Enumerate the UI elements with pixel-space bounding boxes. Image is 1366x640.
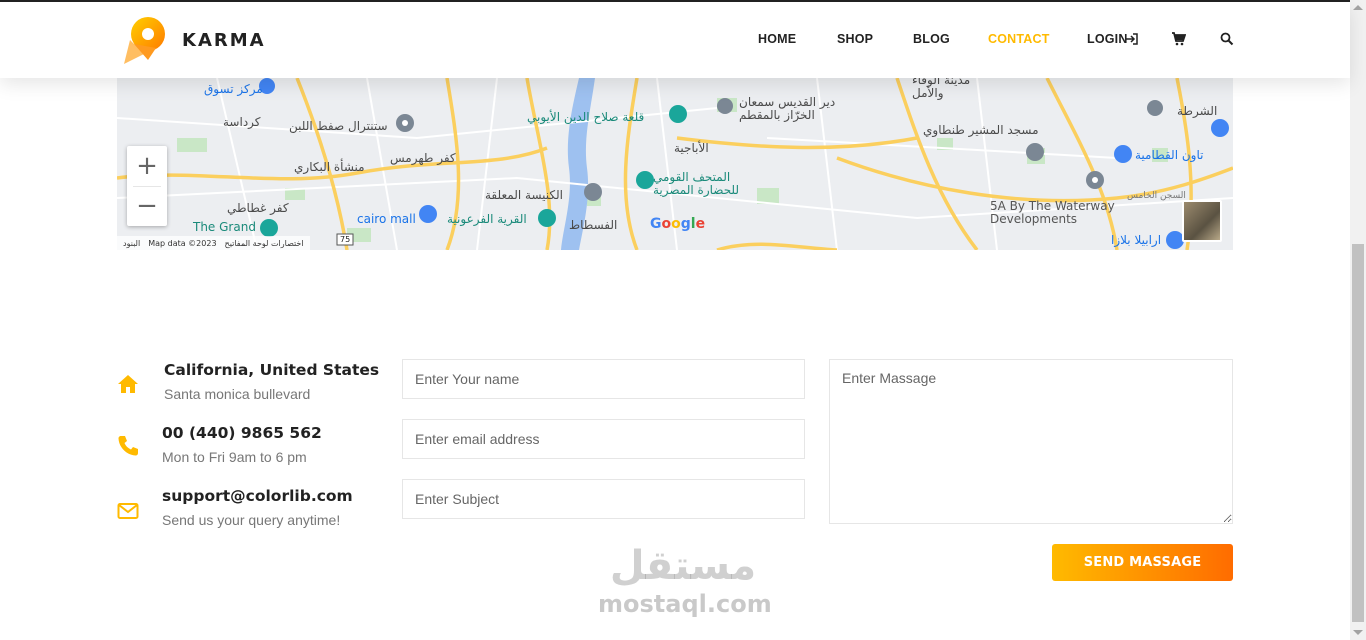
site-header: KARMA HOME SHOP BLOG CONTACT LOGIN xyxy=(0,2,1350,78)
phone-icon xyxy=(116,434,140,458)
map-label: مدينة الوفاء والأمل xyxy=(912,78,971,100)
contact-email: support@colorlib.com Send us your query … xyxy=(116,486,386,546)
map-label: كفر طهرمس xyxy=(390,151,456,165)
nav-blog[interactable]: BLOG xyxy=(913,32,950,46)
page-scrollbar[interactable] xyxy=(1350,0,1366,640)
map-zoom-control: + − xyxy=(127,146,167,226)
send-message-button[interactable]: SEND MASSAGE xyxy=(1052,544,1233,581)
road-shield-label: 75 xyxy=(340,235,351,244)
map-label: مركز تسوق xyxy=(204,82,263,96)
main-nav: HOME SHOP BLOG CONTACT LOGIN xyxy=(0,32,1350,52)
scroll-up-arrow-icon[interactable] xyxy=(1353,5,1363,10)
map-label: القرية الفرعونية xyxy=(447,212,527,226)
home-icon xyxy=(116,372,140,396)
search-icon[interactable] xyxy=(1220,32,1236,48)
map-terms-link[interactable]: البنود xyxy=(123,239,140,248)
map-label: تاون القطامية xyxy=(1135,148,1204,162)
google-map[interactable]: مركز تسوق كرداسة ستنترال صفط اللبن كفر ط… xyxy=(117,78,1233,250)
map-label: كفر غطاطي xyxy=(227,201,289,215)
map-label: كرداسة xyxy=(223,115,261,129)
satellite-toggle-thumbnail[interactable] xyxy=(1182,200,1222,242)
map-label: The Grand xyxy=(193,220,256,234)
watermark-arabic: مستقل xyxy=(609,543,757,589)
map-label: السجن الخامس xyxy=(1127,191,1186,201)
login-arrow-icon xyxy=(1125,32,1141,48)
nav-shop[interactable]: SHOP xyxy=(837,32,873,46)
address-title: California, United States xyxy=(164,361,380,379)
address-sub: Santa monica bullevard xyxy=(164,386,311,402)
map-label: الأباجية xyxy=(674,141,709,155)
map-attribution: البنود Map data ©2023 اختصارات لوحة المف… xyxy=(117,236,310,250)
zoom-out-button[interactable]: − xyxy=(127,186,167,226)
cart-icon[interactable] xyxy=(1171,32,1187,48)
mail-icon xyxy=(116,499,140,523)
map-data-credit: Map data ©2023 xyxy=(148,238,217,248)
watermark-latin: mostaql.com xyxy=(598,590,772,618)
subject-input[interactable] xyxy=(402,479,805,519)
google-logo: Google xyxy=(650,216,706,232)
email-input[interactable] xyxy=(402,419,805,459)
map-label: الشرطة xyxy=(1177,104,1218,118)
map-label: الكنيسة المعلقة xyxy=(485,188,564,202)
phone-sub: Mon to Fri 9am to 6 pm xyxy=(162,449,307,465)
map-label: ستنترال صفط اللبن xyxy=(289,119,388,133)
map-label: المتحف القومي للحضارة المصرية xyxy=(653,170,740,197)
nav-home[interactable]: HOME xyxy=(758,32,796,46)
message-textarea[interactable] xyxy=(829,359,1233,524)
keyboard-shortcuts-link[interactable]: اختصارات لوحة المفاتيح xyxy=(225,239,304,248)
zoom-in-button[interactable]: + xyxy=(127,146,167,186)
map-label: دير القديس سمعان الخرّاز بالمقطم xyxy=(739,95,836,122)
scrollbar-thumb[interactable] xyxy=(1352,244,1364,622)
map-label: الفسطاط xyxy=(569,218,618,232)
nav-login[interactable]: LOGIN xyxy=(1087,32,1128,46)
watermark: مستقل mostaql.com xyxy=(598,542,772,632)
contact-address: California, United States Santa monica b… xyxy=(116,360,386,420)
map-label: cairo mall xyxy=(357,212,416,226)
name-input[interactable] xyxy=(402,359,805,399)
map-label: مسجد المشير طنطاوي xyxy=(923,123,1039,137)
phone-title[interactable]: 00 (440) 9865 562 xyxy=(162,424,322,442)
email-title[interactable]: support@colorlib.com xyxy=(162,487,353,505)
scroll-down-arrow-icon[interactable] xyxy=(1353,630,1363,635)
nav-contact[interactable]: CONTACT xyxy=(988,32,1050,46)
email-sub: Send us your query anytime! xyxy=(162,512,341,528)
map-label: منشأة البكاري xyxy=(294,160,365,174)
map-label: 5A By The Waterway Developments xyxy=(990,199,1115,226)
contact-phone: 00 (440) 9865 562 Mon to Fri 9am to 6 pm xyxy=(116,423,386,483)
map-label: ارابيلا بلازا xyxy=(1111,233,1162,247)
map-label: قلعة صلاح الدين الأيوبي xyxy=(527,110,645,124)
